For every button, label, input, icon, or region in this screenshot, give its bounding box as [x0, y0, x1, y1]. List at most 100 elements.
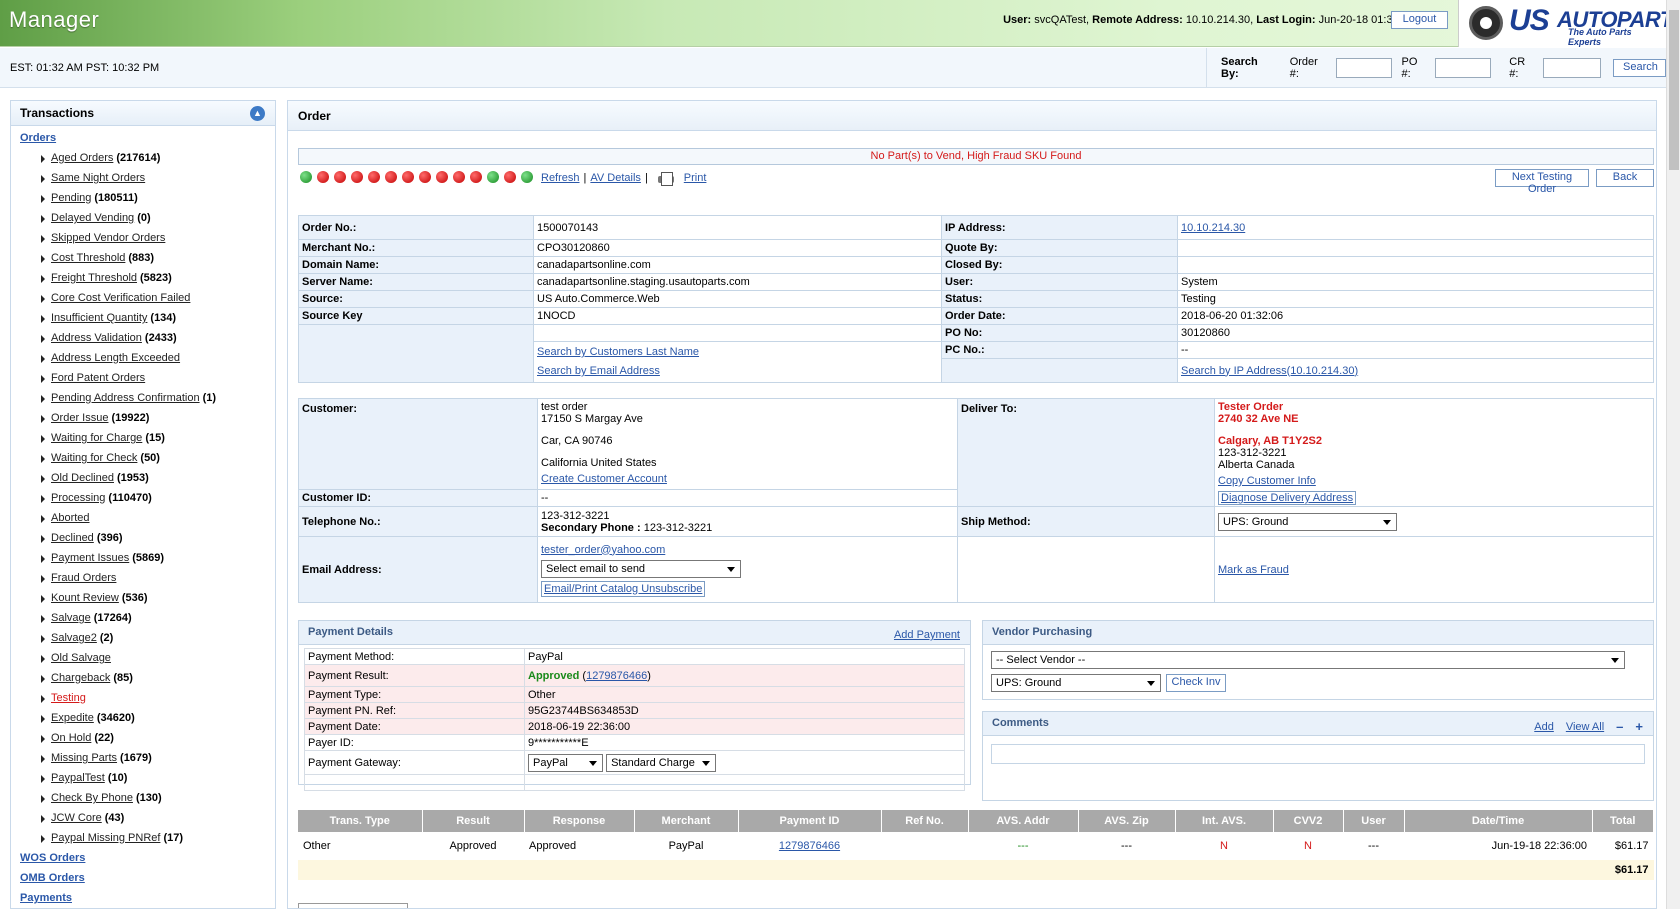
sidebar-item-label[interactable]: Aged Orders	[51, 152, 113, 164]
sidebar-item[interactable]: Aborted	[11, 508, 275, 528]
sidebar-item-label[interactable]: Skipped Vendor Orders	[51, 232, 165, 244]
sidebar-item-label[interactable]: Same Night Orders	[51, 172, 145, 184]
sidebar-item-label[interactable]: Core Cost Verification Failed	[51, 292, 190, 304]
sidebar-item-label[interactable]: Payment Issues	[51, 552, 129, 564]
order-search-input[interactable]	[1335, 58, 1392, 78]
sidebar-item[interactable]: Fraud Orders	[11, 568, 275, 588]
sidebar-item[interactable]: Chargeback (85)	[11, 668, 275, 688]
sidebar-item-label[interactable]: Salvage	[51, 612, 91, 624]
page-scrollbar[interactable]	[1666, 0, 1680, 909]
sidebar-item[interactable]: Waiting for Check (50)	[11, 448, 275, 468]
search-ip-link[interactable]: Search by IP Address(10.10.214.30)	[1181, 365, 1358, 377]
sidebar-item-label[interactable]: Freight Threshold	[51, 272, 137, 284]
email-link[interactable]: tester_order@yahoo.com	[541, 544, 665, 556]
sidebar-item-label[interactable]: Delayed Vending	[51, 212, 134, 224]
scrollbar-thumb[interactable]	[1669, 10, 1679, 170]
sidebar-item[interactable]: Pending (180511)	[11, 188, 275, 208]
sidebar-item-label[interactable]: JCW Core	[51, 812, 102, 824]
sidebar-group-payments[interactable]: Payments	[11, 888, 275, 908]
sidebar-item[interactable]: Insufficient Quantity (134)	[11, 308, 275, 328]
sidebar-item[interactable]: Salvage2 (2)	[11, 628, 275, 648]
sidebar-item-label[interactable]: Order Issue	[51, 412, 108, 424]
payment-ref-link[interactable]: 1279876466	[586, 670, 647, 682]
logout-button[interactable]: Logout	[1391, 11, 1448, 29]
search-email-link[interactable]: Search by Email Address	[537, 365, 660, 377]
view-all-comments-link[interactable]: View All	[1566, 721, 1604, 733]
sidebar-item-label[interactable]: On Hold	[51, 732, 91, 744]
sidebar-item-label[interactable]: Kount Review	[51, 592, 119, 604]
sidebar-group-omb[interactable]: OMB Orders	[11, 868, 275, 888]
back-button[interactable]: Back	[1596, 169, 1654, 187]
sidebar-item-label[interactable]: Declined	[51, 532, 94, 544]
sidebar-item-label[interactable]: Address Validation	[51, 332, 142, 344]
sidebar-item[interactable]: Same Night Orders	[11, 168, 275, 188]
sidebar-item-label[interactable]: Ford Patent Orders	[51, 372, 145, 384]
printer-icon[interactable]	[657, 171, 674, 186]
sidebar-item[interactable]: Address Validation (2433)	[11, 328, 275, 348]
sidebar-item-label[interactable]: Waiting for Charge	[51, 432, 142, 444]
sidebar-item-label[interactable]: Insufficient Quantity	[51, 312, 147, 324]
comments-input[interactable]	[991, 744, 1645, 764]
expand-comments-icon[interactable]: +	[1635, 719, 1643, 734]
sidebar-item[interactable]: Delayed Vending (0)	[11, 208, 275, 228]
sidebar-item[interactable]: Core Cost Verification Failed	[11, 288, 275, 308]
create-customer-account-link[interactable]: Create Customer Account	[541, 473, 667, 485]
sidebar-item-label[interactable]: PaypalTest	[51, 772, 105, 784]
sidebar-item[interactable]: Payment Issues (5869)	[11, 548, 275, 568]
sidebar-item[interactable]: Salvage (17264)	[11, 608, 275, 628]
sidebar-item-label[interactable]: Expedite	[51, 712, 94, 724]
cr-search-input[interactable]	[1543, 58, 1602, 78]
sidebar-item-label[interactable]: Testing	[51, 692, 86, 704]
sidebar-item[interactable]: PaypalTest (10)	[11, 768, 275, 788]
bottom-button-stub[interactable]	[298, 903, 408, 908]
refresh-link[interactable]: Refresh	[541, 172, 580, 184]
ip-link[interactable]: 10.10.214.30	[1181, 222, 1245, 234]
sidebar-item-label[interactable]: Aborted	[51, 512, 90, 524]
diagnose-delivery-address-button[interactable]: Diagnose Delivery Address	[1218, 491, 1357, 505]
sidebar-item[interactable]: Processing (110470)	[11, 488, 275, 508]
charge-type-select[interactable]: Standard Charge	[606, 753, 717, 772]
sidebar-group-wos[interactable]: WOS Orders	[11, 848, 275, 868]
sidebar-item-label[interactable]: Check By Phone	[51, 792, 133, 804]
sidebar-item[interactable]: Freight Threshold (5823)	[11, 268, 275, 288]
sidebar-item[interactable]: Ford Patent Orders	[11, 368, 275, 388]
sidebar-item[interactable]: Kount Review (536)	[11, 588, 275, 608]
sidebar-item-label[interactable]: Processing	[51, 492, 105, 504]
sidebar-item-label[interactable]: Salvage2	[51, 632, 97, 644]
sidebar-item[interactable]: Waiting for Charge (15)	[11, 428, 275, 448]
print-link[interactable]: Print	[684, 172, 707, 184]
sidebar-item-label[interactable]: Chargeback	[51, 672, 110, 684]
sidebar-item[interactable]: Missing Parts (1679)	[11, 748, 275, 768]
search-button[interactable]: Search	[1613, 59, 1667, 77]
po-search-input[interactable]	[1435, 58, 1492, 78]
sidebar-item-label[interactable]: Paypal Missing PNRef	[51, 832, 160, 844]
copy-customer-info-link[interactable]: Copy Customer Info	[1218, 475, 1316, 487]
sidebar-item-label[interactable]: Fraud Orders	[51, 572, 116, 584]
sidebar-item-label[interactable]: Old Salvage	[51, 652, 111, 664]
sidebar-item[interactable]: On Hold (22)	[11, 728, 275, 748]
mark-as-fraud-link[interactable]: Mark as Fraud	[1218, 564, 1289, 576]
sidebar-item-label[interactable]: Missing Parts	[51, 752, 117, 764]
select-email-dropdown[interactable]: Select email to send	[541, 559, 741, 578]
next-testing-order-button[interactable]: Next Testing Order	[1495, 169, 1589, 195]
sidebar-item[interactable]: Cost Threshold (883)	[11, 248, 275, 268]
add-payment-link[interactable]: Add Payment	[894, 629, 960, 641]
sidebar-item[interactable]: Paypal Missing PNRef (17)	[11, 828, 275, 848]
vendor-ship-select[interactable]: UPS: Ground	[991, 674, 1161, 692]
sidebar-item[interactable]: Check By Phone (130)	[11, 788, 275, 808]
sidebar-item[interactable]: Expedite (34620)	[11, 708, 275, 728]
sidebar-item-label[interactable]: Waiting for Check	[51, 452, 137, 464]
sidebar-item[interactable]: JCW Core (43)	[11, 808, 275, 828]
sidebar-item-label[interactable]: Cost Threshold	[51, 252, 125, 264]
sidebar-item[interactable]: Order Issue (19922)	[11, 408, 275, 428]
sidebar-item[interactable]: Declined (396)	[11, 528, 275, 548]
ship-method-select[interactable]: UPS: Ground	[1218, 512, 1397, 531]
vendor-select[interactable]: -- Select Vendor --	[991, 651, 1625, 669]
search-last-name-link[interactable]: Search by Customers Last Name	[537, 346, 699, 358]
unsubscribe-button[interactable]: Email/Print Catalog Unsubscribe	[541, 580, 706, 597]
collapse-comments-icon[interactable]: –	[1616, 719, 1623, 734]
trans-payment-id-link[interactable]: 1279876466	[779, 840, 840, 852]
sidebar-item-label[interactable]: Old Declined	[51, 472, 114, 484]
sidebar-item[interactable]: Pending Address Confirmation (1)	[11, 388, 275, 408]
av-details-link[interactable]: AV Details	[590, 172, 641, 184]
